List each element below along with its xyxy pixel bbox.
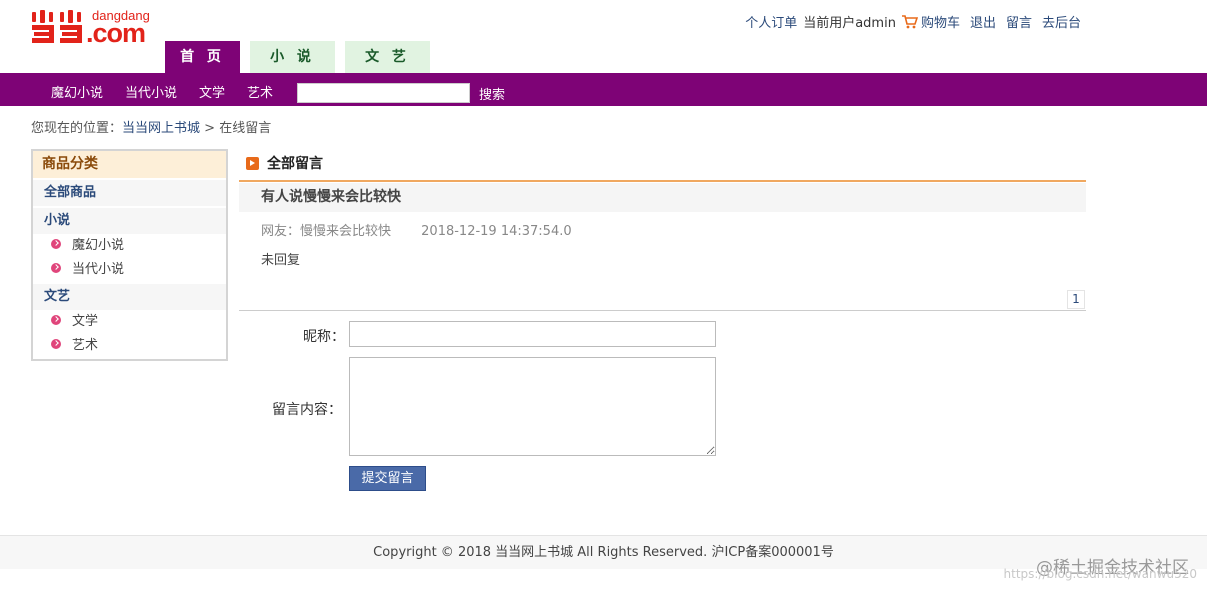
nav-category-contemporary[interactable]: 当代小说 (125, 82, 177, 101)
category-links: 魔幻小说 当代小说 文学 艺术 (51, 82, 295, 101)
admin-link[interactable]: 去后台 (1042, 12, 1081, 31)
dangdang-logo[interactable]: dangdang .com (30, 6, 165, 50)
logo-text: .com (86, 18, 146, 48)
nickname-label: 昵称： (303, 329, 345, 345)
watermark-url: https://blog.csdn.net/wanwu520 (1003, 567, 1197, 581)
sidebar-item-label: 艺术 (72, 338, 99, 353)
section-title: 全部留言 (267, 156, 323, 172)
message-author: 网友：慢慢来会比较快 (261, 224, 392, 239)
sidebar-item-art[interactable]: 艺术 (33, 334, 226, 358)
tab-literature-art[interactable]: 文 艺 (345, 41, 430, 73)
breadcrumb-prefix: 您现在的位置： (31, 121, 123, 136)
tab-novel[interactable]: 小 说 (250, 41, 335, 73)
breadcrumb-home-link[interactable]: 当当网上书城 (122, 121, 200, 136)
nav-category-fantasy[interactable]: 魔幻小说 (51, 82, 103, 101)
arrow-right-icon (246, 156, 259, 170)
message-reply: 未回复 (261, 253, 301, 268)
submit-message-button[interactable]: 提交留言 (349, 466, 426, 491)
logo-mark-icon (32, 10, 82, 43)
content-label: 留言内容： (272, 402, 342, 418)
current-user: 当前用户admin (803, 16, 896, 31)
category-navbar: 魔幻小说 当代小说 文学 艺术 搜索 (0, 73, 1207, 106)
bullet-icon (51, 339, 61, 349)
top-links: 个人订单 当前用户admin 购物车 退出 留言 去后台 (735, 12, 1081, 31)
logout-link[interactable]: 退出 (970, 12, 996, 31)
tab-home[interactable]: 首 页 (165, 41, 240, 73)
sidebar-item-label: 文学 (72, 314, 99, 329)
message-link[interactable]: 留言 (1006, 12, 1032, 31)
search-input[interactable] (297, 83, 470, 103)
category-sidebar: 商品分类 全部商品 小说 魔幻小说 当代小说 文艺 文学 艺术 (31, 149, 228, 361)
copyright-text: Copyright © 2018 当当网上书城 All Rights Reser… (373, 545, 834, 560)
sidebar-item-literature[interactable]: 文学 (33, 310, 226, 334)
sidebar-item-fantasy[interactable]: 魔幻小说 (33, 234, 226, 258)
search-button[interactable]: 搜索 (479, 84, 505, 103)
message-time: 2018-12-19 14:37:54.0 (421, 224, 572, 239)
cart-icon[interactable] (901, 14, 918, 29)
nickname-input[interactable] (349, 321, 716, 347)
section-header: 全部留言 (246, 153, 323, 173)
breadcrumb-current: 在线留言 (219, 121, 272, 136)
bullet-icon (51, 263, 61, 273)
section-divider (239, 180, 1086, 182)
breadcrumb-separator: > (204, 121, 216, 136)
message-meta: 网友：慢慢来会比较快 2018-12-19 14:37:54.0 (261, 220, 572, 239)
cart-link[interactable]: 购物车 (921, 12, 960, 31)
divider (239, 310, 1086, 311)
content-textarea[interactable] (349, 357, 716, 456)
sidebar-group-novel[interactable]: 小说 (33, 208, 226, 234)
sidebar-item-contemporary[interactable]: 当代小说 (33, 258, 226, 282)
sidebar-title: 商品分类 (33, 151, 226, 178)
bullet-icon (51, 315, 61, 325)
breadcrumb: 您现在的位置：当当网上书城 > 在线留言 (31, 117, 271, 136)
nav-category-art[interactable]: 艺术 (247, 82, 273, 101)
message-title: 有人说慢慢来会比较快 (239, 183, 1086, 212)
page-link-1[interactable]: 1 (1067, 290, 1085, 309)
sidebar-item-label: 当代小说 (72, 262, 125, 277)
sidebar-item-all[interactable]: 全部商品 (33, 180, 226, 206)
footer: Copyright © 2018 当当网上书城 All Rights Reser… (0, 535, 1207, 569)
nav-category-literature[interactable]: 文学 (199, 82, 225, 101)
orders-link[interactable]: 个人订单 (745, 12, 797, 31)
main-tabs: 首 页 小 说 文 艺 (165, 41, 440, 73)
sidebar-item-label: 魔幻小说 (72, 238, 125, 253)
sidebar-group-literature-art[interactable]: 文艺 (33, 284, 226, 310)
bullet-icon (51, 239, 61, 249)
